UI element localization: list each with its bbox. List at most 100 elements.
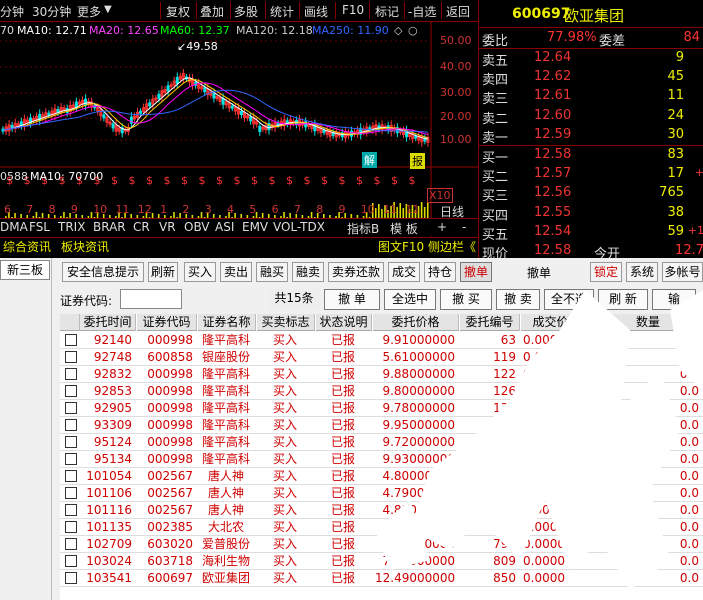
row-checkbox[interactable] xyxy=(65,436,77,448)
bid-level[interactable]: 买三 12.56 765 xyxy=(479,184,703,204)
toolbar-item-remove-fav[interactable]: -自选 xyxy=(408,3,436,20)
row-checkbox[interactable] xyxy=(65,572,77,584)
ask-level[interactable]: 卖一 12.59 30 xyxy=(479,126,703,146)
margin-sell-button[interactable]: 融卖 xyxy=(292,262,324,282)
table-cell: 买入 xyxy=(272,554,297,568)
table-cell: 买入 xyxy=(272,486,297,500)
tab-obv[interactable]: OBV xyxy=(184,220,210,234)
bid-level[interactable]: 买五 12.54 59 +1 xyxy=(479,223,703,243)
toolbar-item-mark[interactable]: 标记 xyxy=(375,3,399,20)
toolbar-item-adjust[interactable]: 复权 xyxy=(166,3,190,20)
tab-dma[interactable]: DMA xyxy=(0,220,28,234)
ask-level[interactable]: 卖四 12.62 45 xyxy=(479,68,703,88)
buy-button[interactable]: 买入 xyxy=(184,262,216,282)
ask-level[interactable]: 卖三 12.61 11 xyxy=(479,87,703,107)
table-cell: 买入 xyxy=(272,571,297,585)
event-marker-report[interactable]: 报 xyxy=(410,153,425,169)
quote-panel: 600697 欧亚集团 委比 77.98% 委差 84 卖五 12.64 9 卖四 12… xyxy=(478,0,703,262)
table-cell: 已报 xyxy=(330,350,355,364)
col-name[interactable]: 证券名称 xyxy=(198,314,256,331)
table-cell: 92853 xyxy=(93,384,132,398)
tab-plus[interactable]: + xyxy=(437,220,447,234)
toolbar-item-multi[interactable]: 多股 xyxy=(234,3,258,20)
ask-level[interactable]: 卖五 12.64 9 xyxy=(479,49,703,69)
dividend-marker: $ xyxy=(181,174,188,187)
level-volume: 9 xyxy=(675,50,684,65)
toolbar-item-minute[interactable]: 分钟 xyxy=(0,3,24,20)
col-status[interactable]: 状态说明 xyxy=(316,314,372,331)
tab-vol-tdx[interactable]: VOL-TDX xyxy=(273,220,325,234)
tab-f10[interactable]: 图文F10 xyxy=(378,238,424,255)
row-checkbox[interactable] xyxy=(65,453,77,465)
row-checkbox[interactable] xyxy=(65,351,77,363)
row-checkbox[interactable] xyxy=(65,521,77,533)
tab-vr[interactable]: VR xyxy=(159,220,176,234)
dividend-marker: $ xyxy=(164,174,171,187)
quote-header: 600697 欧亚集团 xyxy=(479,0,703,28)
table-cell: 买入 xyxy=(272,384,297,398)
settings-circle-icon[interactable]: ○ xyxy=(408,24,418,37)
level-label: 买五 xyxy=(482,227,509,243)
row-checkbox[interactable] xyxy=(65,555,77,567)
refresh-button[interactable]: 刷新 xyxy=(148,262,178,282)
chevron-down-icon[interactable]: ▼ xyxy=(104,4,112,15)
sell-button[interactable]: 卖出 xyxy=(220,262,252,282)
tab-sector-news[interactable]: 板块资讯 xyxy=(61,238,109,255)
tab-emv[interactable]: EMV xyxy=(242,220,268,234)
dividend-marker: $ xyxy=(199,174,206,187)
margin-buy-button[interactable]: 融买 xyxy=(256,262,288,282)
tab-sidebar[interactable]: 侧边栏《 xyxy=(428,238,476,255)
tab-trix[interactable]: TRIX xyxy=(58,220,85,234)
code-input[interactable] xyxy=(120,289,182,309)
bid-level[interactable]: 买二 12.57 17 + xyxy=(479,165,703,185)
row-checkbox[interactable] xyxy=(65,402,77,414)
diff-value: 84 xyxy=(683,30,700,45)
toolbar-item-draw[interactable]: 画线 xyxy=(304,3,328,20)
tab-minus[interactable]: - xyxy=(462,220,466,234)
tab-fsl[interactable]: FSL xyxy=(29,220,50,234)
col-order-time[interactable]: 委托时间 xyxy=(80,314,136,331)
toolbar-item-f10[interactable]: F10 xyxy=(342,3,364,17)
level-volume: 17 xyxy=(667,166,684,182)
table-cell: 000998 xyxy=(147,435,193,449)
toolbar-item-30min[interactable]: 30分钟 xyxy=(32,3,71,20)
row-checkbox[interactable] xyxy=(65,470,77,482)
row-checkbox[interactable] xyxy=(65,487,77,499)
candle-body xyxy=(414,135,418,139)
tab-indicator-b[interactable]: 指标B xyxy=(347,220,379,237)
row-checkbox[interactable] xyxy=(65,419,77,431)
row-checkbox[interactable] xyxy=(65,504,77,516)
level-label: 卖一 xyxy=(482,130,509,146)
security-info-button[interactable]: 安全信息提示 xyxy=(62,262,144,282)
month-tick: 7 xyxy=(26,203,34,216)
toolbar-item-overlay[interactable]: 叠加 xyxy=(200,3,224,20)
row-checkbox[interactable] xyxy=(65,538,77,550)
tab-cr[interactable]: CR xyxy=(133,220,150,234)
level-price: 12.61 xyxy=(534,88,572,104)
tab-asi[interactable]: ASI xyxy=(215,220,234,234)
toolbar-item-stats[interactable]: 统计 xyxy=(270,3,294,20)
table-cell: 买入 xyxy=(272,401,297,415)
row-checkbox[interactable] xyxy=(65,385,77,397)
tab-template[interactable]: 模 板 xyxy=(390,220,418,237)
settings-diamond-icon[interactable]: ◇ xyxy=(394,24,402,37)
toolbar-item-more[interactable]: 更多 xyxy=(77,3,101,20)
table-cell: 买入 xyxy=(272,333,297,347)
bid-level[interactable]: 买一 12.58 83 xyxy=(479,146,703,166)
col-side[interactable]: 买卖标志 xyxy=(257,314,315,331)
row-checkbox[interactable] xyxy=(65,368,77,380)
month-tick: 5 xyxy=(249,203,257,216)
tab-general-news[interactable]: 综合资讯 xyxy=(3,238,51,255)
ask-level[interactable]: 卖二 12.60 24 xyxy=(479,107,703,127)
table-cell: 603718 xyxy=(147,554,193,568)
table-cell: 买入 xyxy=(272,452,297,466)
month-tick: 1 xyxy=(160,203,168,216)
toolbar-item-back[interactable]: 返回 xyxy=(446,3,470,20)
tab-neeq[interactable]: 新三板 xyxy=(0,260,50,280)
bid-level[interactable]: 买四 12.55 38 xyxy=(479,204,703,224)
col-code[interactable]: 证券代码 xyxy=(137,314,197,331)
candle-body xyxy=(102,114,106,119)
event-marker-unlock[interactable]: 解 xyxy=(362,152,377,168)
tab-brar[interactable]: BRAR xyxy=(93,220,126,234)
row-checkbox[interactable] xyxy=(65,334,77,346)
